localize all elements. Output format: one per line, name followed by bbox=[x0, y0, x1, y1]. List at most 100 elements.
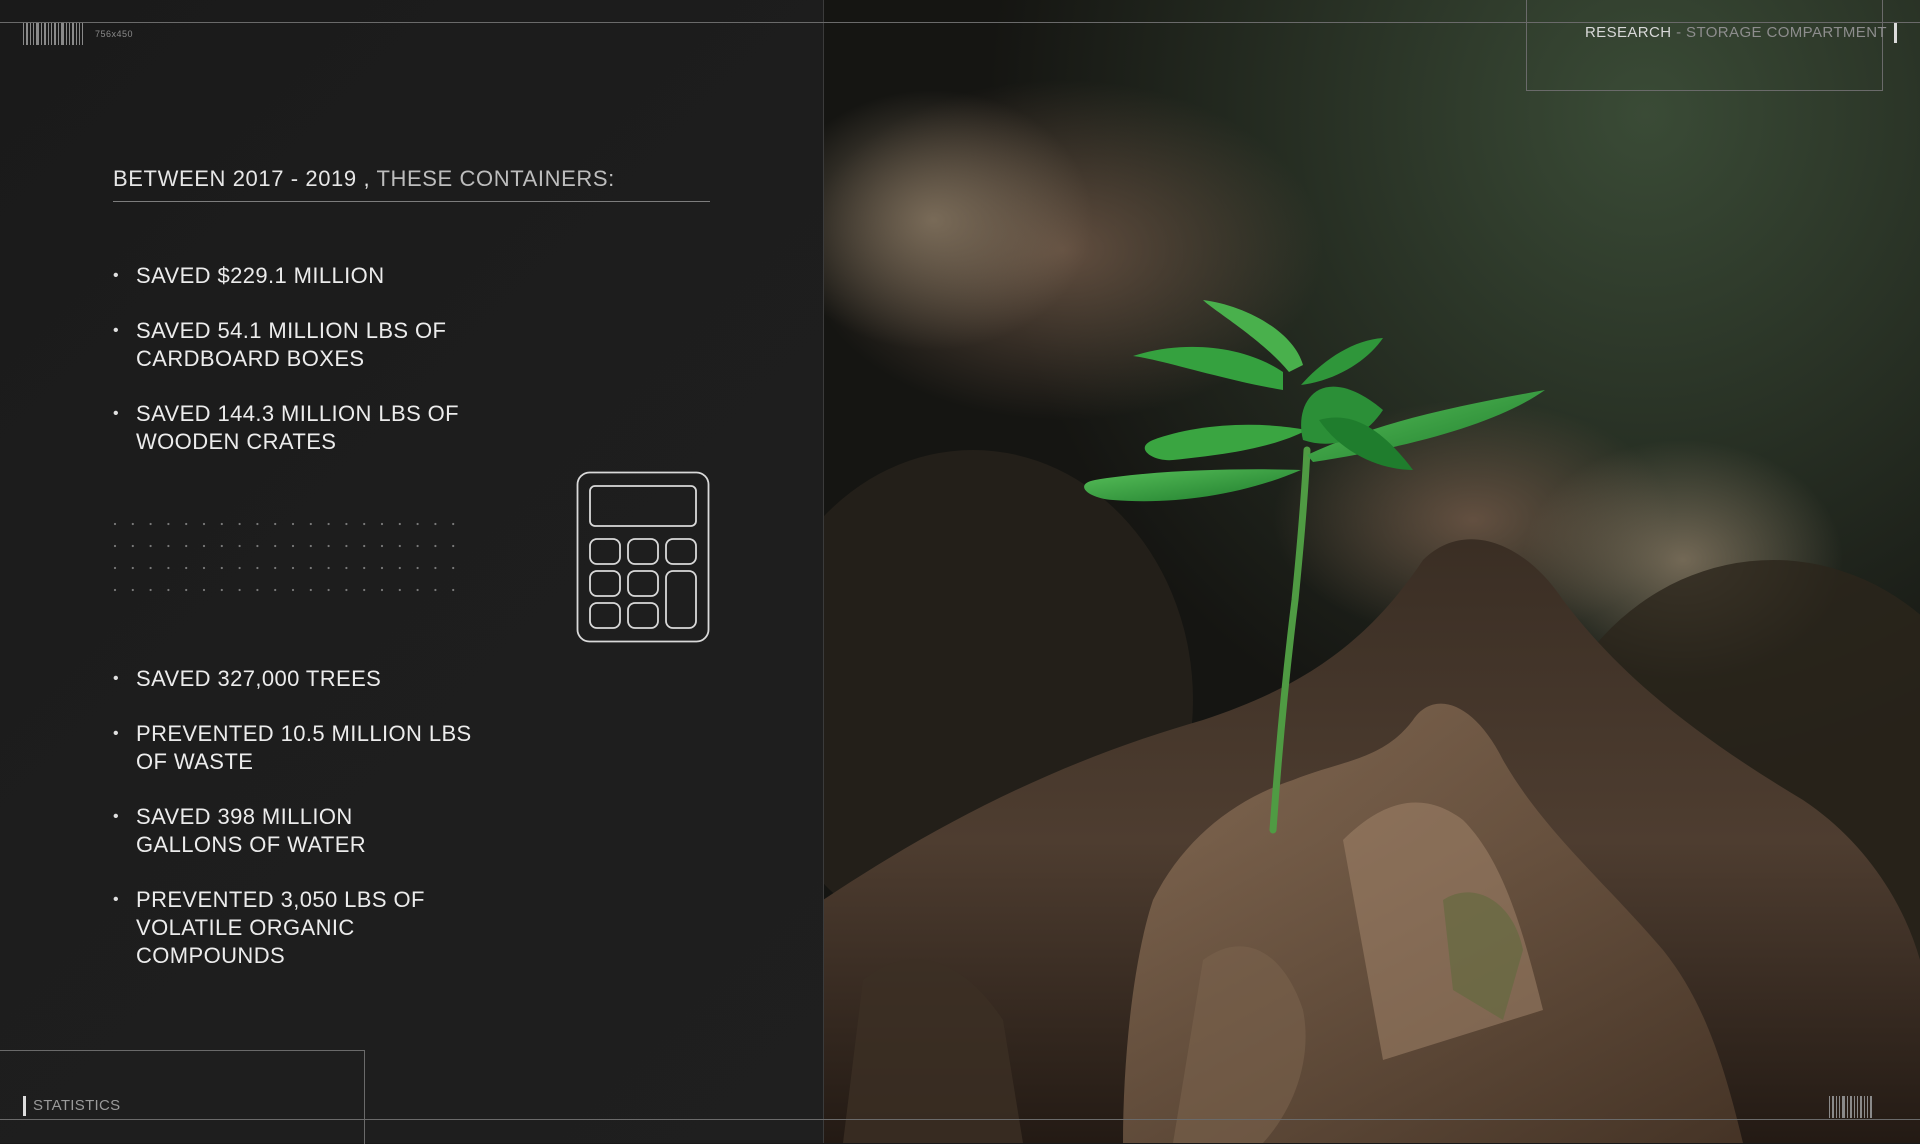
dot bbox=[167, 588, 170, 592]
list-item: PREVENTED 10.5 MILLION LBS OF WASTE bbox=[113, 720, 472, 776]
dot bbox=[380, 588, 384, 592]
footer-tick bbox=[23, 1096, 26, 1116]
dot bbox=[398, 522, 401, 526]
dot bbox=[131, 588, 134, 592]
dot bbox=[363, 522, 366, 526]
dot bbox=[131, 544, 134, 548]
dot-grid-decoration bbox=[113, 522, 455, 592]
section-title: RESEARCH - STORAGE COMPARTMENT bbox=[1585, 24, 1887, 41]
dot bbox=[434, 522, 437, 526]
dot bbox=[380, 544, 384, 548]
dot bbox=[238, 544, 241, 548]
dot bbox=[291, 544, 295, 548]
dot bbox=[185, 566, 188, 570]
section-title-separator: - bbox=[1671, 24, 1687, 41]
dot bbox=[202, 544, 206, 548]
dot bbox=[452, 522, 455, 526]
stats-list-bottom: SAVED 327,000 TREES PREVENTED 10.5 MILLI… bbox=[113, 665, 472, 997]
dot bbox=[309, 522, 312, 526]
dot bbox=[327, 544, 330, 548]
section-title-light: STORAGE COMPARTMENT bbox=[1686, 24, 1887, 41]
dot bbox=[149, 522, 152, 526]
dot bbox=[185, 544, 188, 548]
stats-list-top: SAVED $229.1 MILLION SAVED 54.1 MILLION … bbox=[113, 262, 459, 483]
dot bbox=[416, 588, 419, 592]
stat-line: COMPOUNDS bbox=[136, 943, 286, 968]
dot bbox=[274, 522, 277, 526]
dot bbox=[452, 588, 455, 592]
dot bbox=[309, 588, 312, 592]
dot bbox=[345, 566, 348, 570]
dot bbox=[149, 566, 152, 570]
heading-bold: BETWEEN 2017 - 2019 , bbox=[113, 166, 371, 191]
list-item: SAVED $229.1 MILLION bbox=[113, 262, 459, 290]
dot bbox=[167, 522, 170, 526]
list-item: SAVED 327,000 TREES bbox=[113, 665, 472, 693]
stat-line: PREVENTED 3,050 LBS OF bbox=[136, 887, 425, 912]
dot bbox=[256, 522, 259, 526]
dot bbox=[380, 522, 384, 526]
header-tick bbox=[1894, 23, 1897, 43]
dot bbox=[274, 544, 277, 548]
stat-line: SAVED 54.1 MILLION LBS OF bbox=[136, 318, 447, 343]
dot bbox=[434, 588, 437, 592]
dot bbox=[220, 544, 223, 548]
stat-line: WOODEN CRATES bbox=[136, 429, 337, 454]
dot bbox=[113, 522, 117, 526]
dot bbox=[398, 566, 401, 570]
dot bbox=[238, 588, 241, 592]
dot bbox=[291, 566, 295, 570]
dot bbox=[131, 522, 134, 526]
dot bbox=[149, 544, 152, 548]
dot bbox=[256, 566, 259, 570]
dot bbox=[220, 588, 223, 592]
dot bbox=[434, 544, 437, 548]
dot bbox=[309, 566, 312, 570]
header-frame-box bbox=[1526, 0, 1883, 91]
dot bbox=[185, 588, 188, 592]
dot bbox=[131, 566, 134, 570]
dot bbox=[202, 566, 206, 570]
dot bbox=[238, 522, 241, 526]
section-title-bold: RESEARCH bbox=[1584, 24, 1672, 41]
dot bbox=[256, 544, 259, 548]
dot bbox=[363, 544, 366, 548]
dot bbox=[327, 522, 330, 526]
dot bbox=[167, 544, 170, 548]
dot bbox=[363, 566, 366, 570]
dot bbox=[416, 522, 419, 526]
dot bbox=[113, 588, 117, 592]
dot bbox=[149, 588, 152, 592]
stat-line: OF WASTE bbox=[136, 749, 254, 774]
dot bbox=[380, 566, 384, 570]
dot bbox=[291, 588, 295, 592]
dot bbox=[274, 566, 277, 570]
panel-divider bbox=[823, 0, 824, 1143]
dot bbox=[452, 544, 455, 548]
stat-line: SAVED 327,000 TREES bbox=[136, 666, 382, 691]
dot bbox=[291, 522, 295, 526]
dot bbox=[185, 522, 188, 526]
dot bbox=[220, 522, 223, 526]
dot bbox=[167, 566, 170, 570]
dot bbox=[452, 566, 455, 570]
footer-label: STATISTICS bbox=[33, 1097, 121, 1114]
stat-line: PREVENTED 10.5 MILLION LBS bbox=[136, 721, 472, 746]
stat-line: CARDBOARD BOXES bbox=[136, 346, 365, 371]
barcode-icon bbox=[23, 23, 85, 45]
dot bbox=[327, 588, 330, 592]
dot bbox=[113, 544, 117, 548]
dot bbox=[256, 588, 259, 592]
dot bbox=[327, 566, 330, 570]
dot bbox=[202, 588, 206, 592]
stat-line: SAVED 398 MILLION bbox=[136, 804, 353, 829]
dot bbox=[220, 566, 223, 570]
dot bbox=[238, 566, 241, 570]
dot bbox=[398, 544, 401, 548]
seedling-photo bbox=[823, 0, 1920, 1143]
dimensions-label: 756x450 bbox=[95, 29, 134, 39]
stat-line: SAVED 144.3 MILLION LBS OF bbox=[136, 401, 460, 426]
dot bbox=[309, 544, 312, 548]
stat-line: GALLONS OF WATER bbox=[136, 832, 367, 857]
page-heading: BETWEEN 2017 - 2019 , THESE CONTAINERS: bbox=[113, 166, 615, 192]
